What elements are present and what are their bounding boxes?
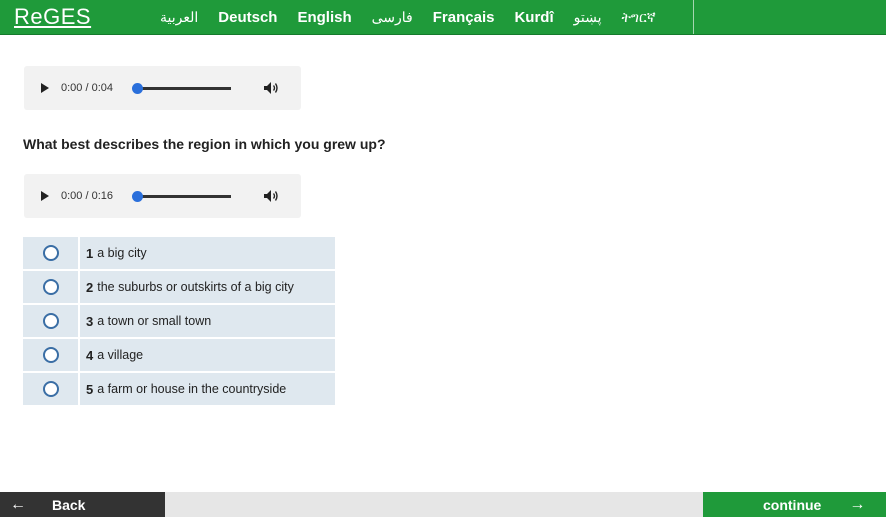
- radio-button[interactable]: [42, 347, 59, 363]
- bottom-navigation-bar: ← Back continue →: [0, 492, 886, 517]
- radio-cell: [23, 339, 80, 371]
- option-text: a town or small town: [97, 314, 212, 328]
- radio-cell: [23, 373, 80, 405]
- audio-player-intro: 0:00 / 0:04: [24, 66, 301, 110]
- audio-player-question: 0:00 / 0:16: [24, 174, 301, 218]
- option-label[interactable]: 3 a town or small town: [80, 305, 211, 337]
- lang-arabic[interactable]: العربية: [160, 9, 198, 26]
- answer-option[interactable]: 5 a farm or house in the countryside: [23, 373, 335, 405]
- question-text: What best describes the region in which …: [23, 136, 386, 152]
- lang-pashto[interactable]: پښتو: [574, 9, 602, 26]
- lang-kurdish[interactable]: Kurdî: [514, 9, 553, 26]
- radio-cell: [23, 305, 80, 337]
- option-number: 1: [86, 245, 94, 261]
- radio-button[interactable]: [42, 279, 59, 295]
- volume-icon[interactable]: [263, 189, 279, 203]
- back-label: Back: [52, 496, 86, 513]
- lang-english[interactable]: English: [297, 9, 351, 26]
- lang-french[interactable]: Français: [433, 9, 495, 26]
- slider-knob[interactable]: [132, 190, 143, 202]
- language-switcher: العربية Deutsch English فارسی Français K…: [160, 0, 676, 34]
- option-label[interactable]: 2 the suburbs or outskirts of a big city: [80, 271, 294, 303]
- header-divider: [693, 0, 694, 34]
- option-text: a farm or house in the countryside: [97, 382, 287, 396]
- answer-option[interactable]: 3 a town or small town: [23, 305, 335, 337]
- top-navigation-bar: ReGES العربية Deutsch English فارسی Fran…: [0, 0, 886, 35]
- answer-options: 1 a big city 2 the suburbs or outskirts …: [23, 237, 335, 407]
- play-icon[interactable]: [41, 191, 49, 201]
- lang-german[interactable]: Deutsch: [218, 9, 277, 26]
- radio-button[interactable]: [42, 313, 59, 329]
- option-text: the suburbs or outskirts of a big city: [97, 280, 294, 294]
- radio-button[interactable]: [42, 381, 59, 397]
- arrow-left-icon: ←: [10, 495, 26, 513]
- radio-button[interactable]: [42, 245, 59, 261]
- option-label[interactable]: 5 a farm or house in the countryside: [80, 373, 286, 405]
- lang-farsi[interactable]: فارسی: [372, 9, 413, 26]
- option-number: 5: [86, 381, 94, 397]
- continue-label: continue: [763, 496, 822, 513]
- continue-button[interactable]: continue →: [703, 492, 886, 517]
- back-button[interactable]: ← Back: [0, 492, 165, 517]
- audio-time: 0:00 / 0:04: [61, 82, 113, 94]
- audio-progress-slider[interactable]: [132, 82, 231, 94]
- volume-icon[interactable]: [263, 81, 279, 95]
- radio-cell: [23, 237, 80, 269]
- answer-option[interactable]: 1 a big city: [23, 237, 335, 269]
- option-number: 2: [86, 279, 94, 295]
- option-text: a village: [97, 348, 144, 362]
- reges-logo[interactable]: ReGES: [14, 4, 91, 30]
- play-icon[interactable]: [41, 83, 49, 93]
- answer-option[interactable]: 4 a village: [23, 339, 335, 371]
- option-text: a big city: [97, 246, 147, 260]
- arrow-right-icon: →: [849, 495, 866, 513]
- lang-tigrinya[interactable]: ትግርኛ: [621, 9, 655, 26]
- option-number: 3: [86, 313, 94, 329]
- answer-option[interactable]: 2 the suburbs or outskirts of a big city: [23, 271, 335, 303]
- option-number: 4: [86, 347, 94, 363]
- slider-knob[interactable]: [132, 82, 143, 94]
- radio-cell: [23, 271, 80, 303]
- audio-progress-slider[interactable]: [132, 190, 231, 202]
- audio-time: 0:00 / 0:16: [61, 190, 113, 202]
- option-label[interactable]: 1 a big city: [80, 237, 147, 269]
- option-label[interactable]: 4 a village: [80, 339, 143, 371]
